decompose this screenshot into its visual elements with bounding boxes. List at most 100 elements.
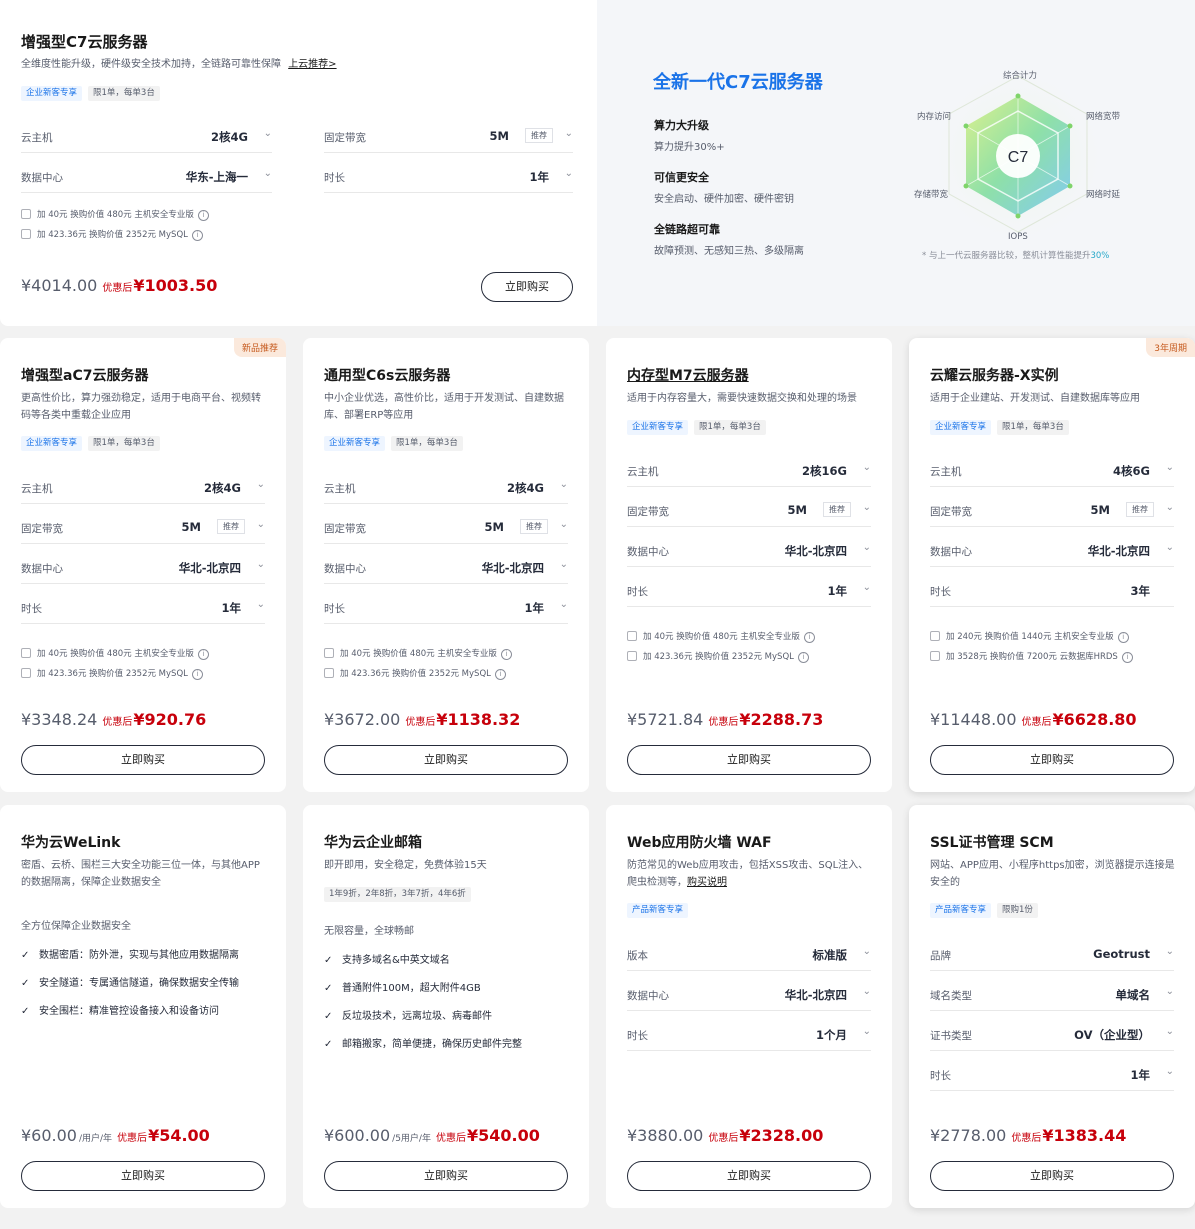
field-label: 数据中心 bbox=[21, 172, 63, 184]
discount-label: 优惠后 bbox=[1021, 717, 1052, 728]
checkbox-icon[interactable] bbox=[324, 648, 334, 658]
buy-button[interactable]: 立即购买 bbox=[627, 745, 871, 775]
buy-button[interactable]: 立即购买 bbox=[324, 745, 568, 775]
info-icon[interactable]: i bbox=[1117, 632, 1129, 643]
field-select[interactable]: 版本 标准版 ⌄ bbox=[627, 939, 871, 971]
field-label: 时长 bbox=[627, 1030, 648, 1042]
checkbox-icon[interactable] bbox=[930, 631, 940, 641]
product-card: Web应用防火墙 WAF 防范常见的Web应用攻击，包括XSS攻击、SQL注入、爬… bbox=[606, 805, 892, 1208]
info-icon[interactable]: i bbox=[500, 649, 512, 660]
info-icon[interactable]: i bbox=[191, 669, 203, 680]
field-select[interactable]: 固定带宽 5M 推荐 ⌄ bbox=[324, 512, 568, 544]
info-icon[interactable]: i bbox=[803, 632, 815, 643]
buy-button[interactable]: 立即购买 bbox=[930, 745, 1174, 775]
checkbox-icon[interactable] bbox=[21, 648, 31, 658]
checkbox-icon[interactable] bbox=[627, 651, 637, 661]
field-select[interactable]: 云主机 2核4G ⌄ bbox=[324, 472, 568, 504]
addon-option[interactable]: 加 423.36元 换购价值 2352元 MySQL i bbox=[21, 667, 203, 680]
tag-row: 企业新客专享 限1单，每单3台 bbox=[21, 80, 166, 101]
field-label: 固定带宽 bbox=[930, 506, 972, 518]
duration-select[interactable]: 时长 1年 ⌄ bbox=[324, 161, 573, 193]
info-icon[interactable]: i bbox=[494, 669, 506, 680]
field-select[interactable]: 数据中心 华北-北京四 ⌄ bbox=[627, 979, 871, 1011]
info-icon[interactable]: i bbox=[191, 230, 203, 241]
product-title: 内存型M7云服务器 bbox=[627, 368, 749, 384]
field-label: 固定带宽 bbox=[627, 506, 669, 518]
field-select[interactable]: 云主机 4核6G ⌄ bbox=[930, 455, 1174, 487]
field-select[interactable]: 品牌 Geotrust ⌄ bbox=[930, 939, 1174, 971]
buy-button[interactable]: 立即购买 bbox=[627, 1161, 871, 1191]
desc-link[interactable]: 上云推荐> bbox=[288, 59, 336, 70]
price-row: ¥3880.00 优惠后¥2328.00 bbox=[627, 1126, 823, 1145]
field-select[interactable]: 域名类型 单域名 ⌄ bbox=[930, 979, 1174, 1011]
addon-option[interactable]: 加 40元 换购价值 480元 主机安全专业版 i bbox=[21, 647, 209, 660]
field-select[interactable]: 云主机 2核4G ⌄ bbox=[21, 472, 265, 504]
checkbox-icon[interactable] bbox=[324, 668, 334, 678]
product-card: 华为云WeLink 密盾、云桥、围栏三大安全功能三位一体，与其他APP的数据隔离，… bbox=[0, 805, 286, 1208]
checkbox-icon[interactable] bbox=[21, 209, 31, 219]
buy-button[interactable]: 立即购买 bbox=[21, 745, 265, 775]
cpu-select[interactable]: 云主机 2核4G ⌄ bbox=[21, 121, 272, 153]
info-icon[interactable]: i bbox=[197, 210, 209, 221]
datacenter-select[interactable]: 数据中心 华东-上海一 ⌄ bbox=[21, 161, 272, 193]
addon-option[interactable]: 加 423.36元 换购价值 2352元 MySQL i bbox=[21, 228, 203, 241]
product-desc-text: 更高性价比，算力强劲稳定，适用于电商平台、视频转码等各类中重载企业应用 bbox=[21, 393, 261, 421]
field-select[interactable]: 时长 1年 ⌄ bbox=[21, 592, 265, 624]
checkbox-icon[interactable] bbox=[21, 668, 31, 678]
feature-title: 算力大升级 bbox=[654, 119, 709, 132]
product-desc-text: 网站、APP应用、小程序https加密，浏览器提示连接是安全的 bbox=[930, 860, 1175, 888]
addon-option[interactable]: 加 240元 换购价值 1440元 主机安全专业版 i bbox=[930, 630, 1129, 643]
checkbox-icon[interactable] bbox=[930, 651, 940, 661]
limit-tag: 限1单，每单3台 bbox=[391, 436, 463, 451]
footnote-text: * 与上一代云服务器比较，整机计算性能提升 bbox=[922, 251, 1091, 261]
limit-tag: 限1单，每单3台 bbox=[997, 420, 1069, 435]
discount-label: 优惠后 bbox=[708, 1133, 739, 1144]
chevron-down-icon: ⌄ bbox=[256, 479, 265, 490]
info-icon[interactable]: i bbox=[1121, 652, 1133, 663]
buy-button[interactable]: 立即购买 bbox=[481, 272, 573, 302]
field-select[interactable]: 数据中心 华北-北京四 ⌄ bbox=[324, 552, 568, 584]
product-desc-text: 中小企业优选，高性价比，适用于开发测试、自建数据库、部署ERP等应用 bbox=[324, 393, 564, 421]
field-select[interactable]: 时长 1年 ⌄ bbox=[324, 592, 568, 624]
field-select[interactable]: 数据中心 华北-北京四 ⌄ bbox=[21, 552, 265, 584]
field-select[interactable]: 时长 1年 ⌄ bbox=[627, 575, 871, 607]
info-icon[interactable]: i bbox=[197, 649, 209, 660]
addon-option[interactable]: 加 40元 换购价值 480元 主机安全专业版 i bbox=[627, 630, 815, 643]
chevron-down-icon: ⌄ bbox=[1165, 1066, 1174, 1077]
info-icon[interactable]: i bbox=[797, 652, 809, 663]
field-select[interactable]: 固定带宽 5M 推荐 ⌄ bbox=[21, 512, 265, 544]
addon-option[interactable]: 加 423.36元 换购价值 2352元 MySQL i bbox=[324, 667, 506, 680]
tag-row: 企业新客专享 限1单，每单3台 bbox=[21, 430, 166, 451]
buy-button[interactable]: 立即购买 bbox=[324, 1161, 568, 1191]
product-desc: 适用于内存容量大，需要快速数据交换和处理的场景 bbox=[627, 390, 873, 407]
product-card: 3年周期 云耀云服务器-X实例 适用于企业建站、开发测试、自建数据库等应用 企业新客专… bbox=[909, 338, 1195, 792]
price-row: ¥600.00/5用户/年 优惠后¥540.00 bbox=[324, 1126, 540, 1145]
field-select[interactable]: 时长 1个月 ⌄ bbox=[627, 1019, 871, 1051]
addon-option[interactable]: 加 40元 换购价值 480元 主机安全专业版 i bbox=[21, 208, 209, 221]
feature-item: ✓ 邮箱搬家，简单便捷，确保历史邮件完整 bbox=[324, 1035, 522, 1050]
field-value: OV（企业型） bbox=[1074, 1028, 1150, 1042]
addon-option[interactable]: 加 423.36元 换购价值 2352元 MySQL i bbox=[627, 650, 809, 663]
field-select[interactable]: 固定带宽 5M 推荐 ⌄ bbox=[930, 495, 1174, 527]
checkbox-icon[interactable] bbox=[21, 229, 31, 239]
addon-option[interactable]: 加 3528元 换购价值 7200元 云数据库HRDS i bbox=[930, 650, 1133, 663]
field-label: 云主机 bbox=[324, 483, 356, 495]
field-select[interactable]: 时长 1年 ⌄ bbox=[930, 1059, 1174, 1091]
buy-button[interactable]: 立即购买 bbox=[21, 1161, 265, 1191]
field-select[interactable]: 数据中心 华北-北京四 ⌄ bbox=[930, 535, 1174, 567]
chevron-down-icon: ⌄ bbox=[1165, 462, 1174, 473]
field-select[interactable]: 数据中心 华北-北京四 ⌄ bbox=[627, 535, 871, 567]
field-select[interactable]: 固定带宽 5M 推荐 ⌄ bbox=[627, 495, 871, 527]
addon-option[interactable]: 加 40元 换购价值 480元 主机安全专业版 i bbox=[324, 647, 512, 660]
hero-banner: 全新一代C7云服务器 算力大升级 算力提升30%+ 可信更安全 安全启动、硬件加… bbox=[597, 0, 1195, 326]
desc-link[interactable]: 购买说明 bbox=[687, 877, 727, 888]
original-price: ¥2778.00 bbox=[930, 1126, 1007, 1145]
recommend-badge: 推荐 bbox=[525, 128, 553, 143]
field-label: 时长 bbox=[21, 603, 42, 615]
field-select[interactable]: 证书类型 OV（企业型） ⌄ bbox=[930, 1019, 1174, 1051]
chevron-down-icon: ⌄ bbox=[1165, 542, 1174, 553]
buy-button[interactable]: 立即购买 bbox=[930, 1161, 1174, 1191]
field-select[interactable]: 云主机 2核16G ⌄ bbox=[627, 455, 871, 487]
checkbox-icon[interactable] bbox=[627, 631, 637, 641]
bandwidth-select[interactable]: 固定带宽 5M 推荐 ⌄ bbox=[324, 121, 573, 153]
